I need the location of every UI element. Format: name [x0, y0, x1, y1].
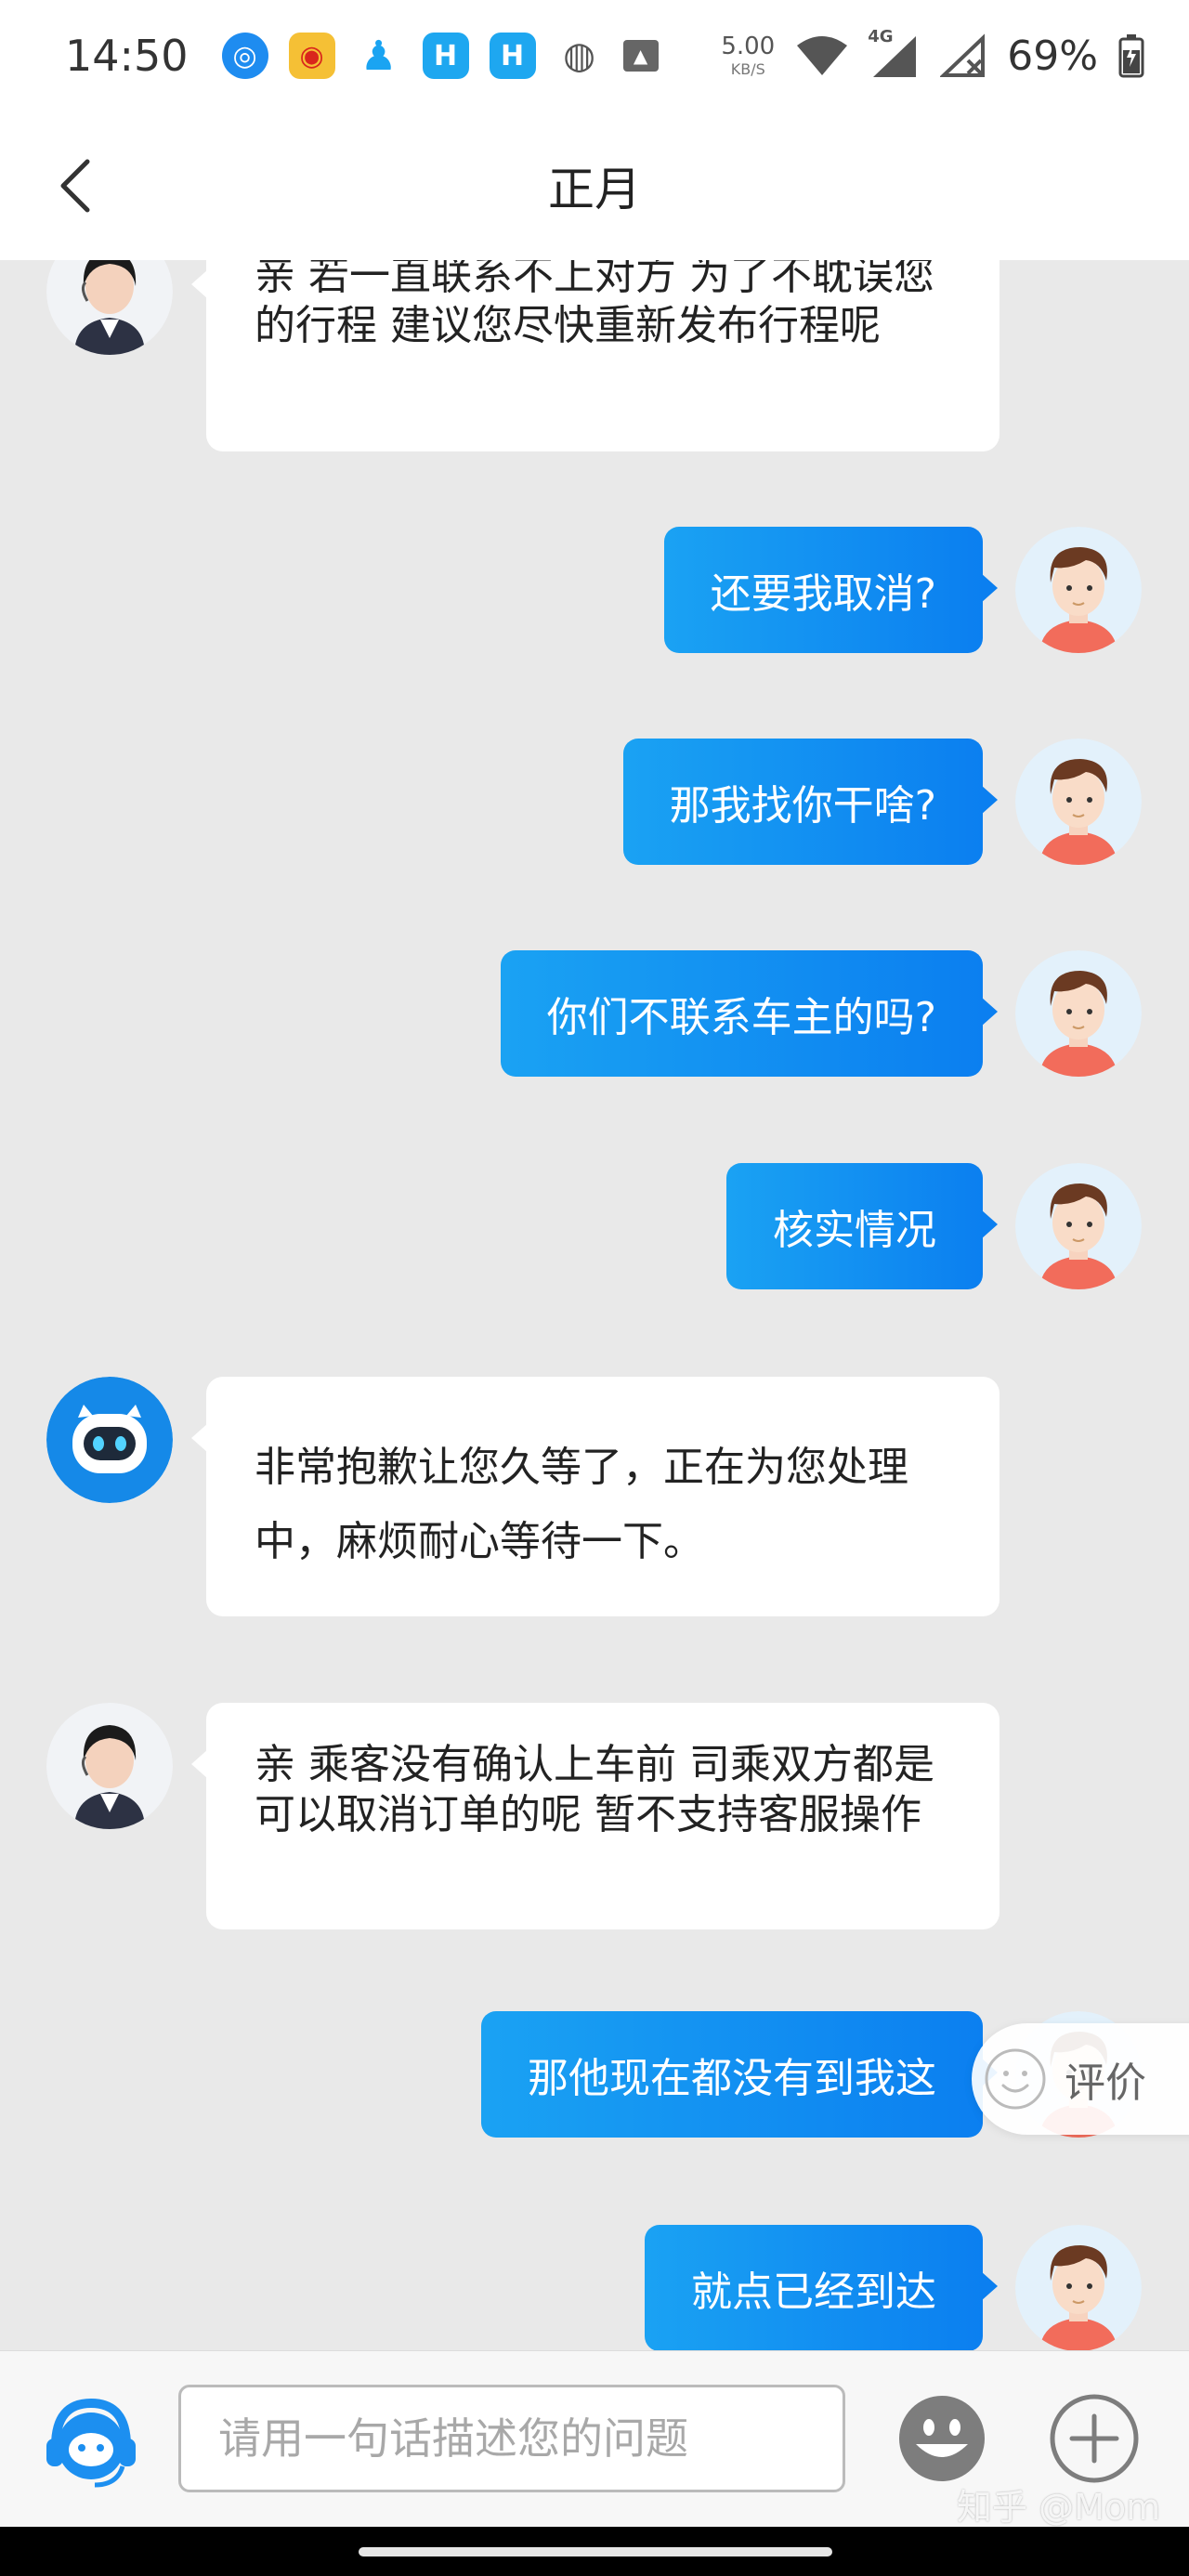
net-speed-unit: KB/S: [730, 60, 765, 78]
rate-button[interactable]: 评价: [972, 2023, 1189, 2135]
emoji-icon: [899, 2396, 985, 2481]
message-text: 亲 若一直联系不上对方 为了不耽误您的行程 建议您尽快重新发布行程呢: [255, 260, 934, 349]
bot-avatar: [46, 1377, 173, 1503]
qq-icon: ♟: [359, 32, 398, 80]
user-avatar: [1015, 739, 1142, 865]
agent-avatar: [46, 260, 173, 355]
agent-avatar: [46, 1703, 173, 1829]
message-row: 非常抱歉让您久等了，正在为您处理中，麻烦耐心等待一下。: [0, 1377, 1189, 1618]
wifi-icon: [797, 36, 848, 75]
message-row: 亲 若一直联系不上对方 为了不耽误您的行程 建议您尽快重新发布行程呢: [0, 260, 1189, 455]
message-row: 亲 乘客没有确认上车前 司乘双方都是可以取消订单的呢 暂不支持客服操作: [0, 1703, 1189, 1931]
network-speed: 5.00 KB/S: [721, 34, 775, 77]
net-speed-value: 5.00: [721, 33, 776, 60]
message-bubble-user: 那我找你干啥?: [622, 739, 999, 865]
message-text: 你们不联系车主的吗?: [546, 994, 936, 1041]
back-button[interactable]: [48, 153, 104, 218]
system-nav-bar: [0, 2527, 1189, 2576]
chat-header: 正月: [0, 111, 1189, 260]
no-signal-icon: [940, 33, 986, 77]
smiley-icon: [985, 2048, 1046, 2110]
message-input[interactable]: [178, 2385, 845, 2492]
message-bubble-user: 就点已经到达: [645, 2225, 998, 2350]
message-bubble-agent: 亲 若一直联系不上对方 为了不耽误您的行程 建议您尽快重新发布行程呢: [191, 260, 1000, 451]
battery-percent: 69%: [1007, 32, 1098, 80]
user-avatar: [1015, 2225, 1142, 2350]
notification-icons: ◎ ◉ ♟ H H ◍ ▲: [221, 32, 659, 80]
message-text: 核实情况: [773, 1207, 936, 1254]
image-icon: ▲: [622, 40, 659, 72]
emoji-button[interactable]: [895, 2392, 988, 2485]
app-h-icon-2: H: [489, 33, 536, 79]
page-title: 正月: [548, 163, 641, 216]
headset-icon: [46, 2398, 136, 2488]
chevron-left-icon: [60, 159, 90, 213]
message-text: 还要我取消?: [710, 570, 936, 618]
cellular-signal-icon: 4G: [868, 27, 920, 79]
message-row: 还要我取消?: [0, 527, 1189, 657]
weibo-icon: ◉: [288, 33, 335, 79]
message-row: 那我找你干啥?: [0, 739, 1189, 869]
battery-icon: [1118, 34, 1144, 78]
user-avatar: [1015, 527, 1142, 653]
message-text: 亲 乘客没有确认上车前 司乘双方都是可以取消订单的呢 暂不支持客服操作: [255, 1741, 934, 1838]
app-h-icon: H: [422, 33, 469, 79]
status-time: 14:50: [65, 31, 189, 81]
message-row: 就点已经到达: [0, 2225, 1189, 2350]
message-row: 核实情况: [0, 1163, 1189, 1293]
message-bubble-bot: 非常抱歉让您久等了，正在为您处理中，麻烦耐心等待一下。: [191, 1377, 1000, 1616]
message-row: 你们不联系车主的吗?: [0, 950, 1189, 1080]
message-text: 就点已经到达: [691, 2269, 936, 2316]
customer-service-button[interactable]: [43, 2388, 139, 2491]
message-bubble-user: 还要我取消?: [663, 527, 999, 653]
wechat-icon: ◍: [563, 34, 596, 77]
plus-icon: [1050, 2394, 1139, 2483]
user-avatar: [1015, 950, 1142, 1077]
message-text: 那我找你干啥?: [669, 782, 936, 830]
more-options-button[interactable]: [1048, 2392, 1141, 2485]
message-bubble-user: 你们不联系车主的吗?: [500, 950, 999, 1077]
message-text: 那他现在都没有到我这: [528, 2055, 936, 2102]
message-bubble-user: 核实情况: [726, 1163, 998, 1289]
message-bubble-agent: 亲 乘客没有确认上车前 司乘双方都是可以取消订单的呢 暂不支持客服操作: [191, 1703, 1000, 1929]
rate-label: 评价: [1065, 2059, 1146, 2107]
user-avatar: [1015, 1163, 1142, 1289]
watermark: 知乎 @Mom: [957, 2487, 1161, 2528]
app-notification-icon: ◎: [221, 33, 268, 79]
message-bubble-user: 那他现在都没有到我这: [481, 2011, 998, 2138]
home-gesture-handle[interactable]: [359, 2547, 832, 2556]
status-bar: 14:50 ◎ ◉ ♟ H H ◍ ▲ 5.00 KB/S 4G 69%: [0, 0, 1189, 111]
message-text: 非常抱歉让您久等了，正在为您处理中，麻烦耐心等待一下。: [255, 1444, 908, 1565]
signal-type-label: 4G: [868, 27, 894, 46]
